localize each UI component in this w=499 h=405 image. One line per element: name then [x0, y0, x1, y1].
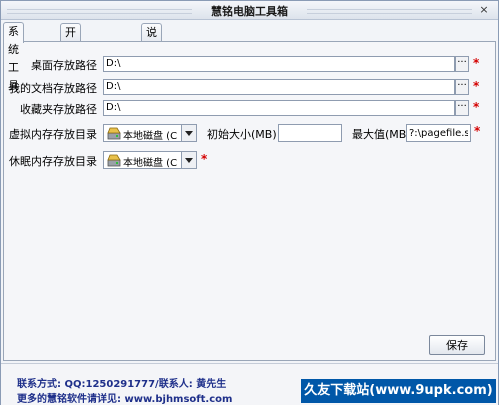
chevron-down-icon	[185, 158, 193, 163]
max-size-label: 最大值(MB)	[352, 128, 411, 141]
virtual-memory-dropdown-button[interactable]	[181, 125, 196, 141]
virtual-memory-drive-select[interactable]: 本地磁盘 (C	[103, 124, 197, 142]
tab-system-tools[interactable]: 系统工具	[3, 22, 24, 92]
initial-size-input[interactable]	[278, 124, 342, 142]
title-bar[interactable]: 慧铭电脑工具箱 ×	[1, 1, 498, 20]
watermark-banner: 久友下载站(www.9upk.com)	[301, 379, 496, 403]
documents-path-browse-button[interactable]: ···	[455, 79, 469, 95]
hard-drive-icon	[107, 154, 121, 167]
hibernate-drive-select[interactable]: 本地磁盘 (C	[103, 151, 197, 169]
tab-help[interactable]: 说明	[141, 23, 162, 57]
desktop-path-input[interactable]	[103, 56, 455, 72]
close-button[interactable]: ×	[478, 4, 490, 16]
ellipsis-icon: ···	[457, 57, 467, 68]
desktop-path-label: 桌面存放路径	[31, 59, 97, 72]
favorites-path-input[interactable]	[103, 100, 455, 116]
contact-info: 联系方式: QQ:1250291777/联系人: 黄先生	[17, 379, 227, 390]
ellipsis-icon: ···	[457, 101, 467, 112]
save-button[interactable]: 保存	[429, 335, 485, 355]
virtual-memory-label: 虚拟内存存放目录	[9, 128, 97, 141]
required-mark: *	[473, 79, 480, 93]
close-icon: ×	[479, 3, 489, 16]
tab-startup-list[interactable]: 开机运行列表	[60, 23, 81, 129]
virtual-memory-drive-value: 本地磁盘 (C	[123, 131, 178, 142]
hibernate-memory-label: 休眠内存存放目录	[9, 155, 97, 168]
hard-drive-icon	[107, 127, 121, 140]
ellipsis-icon: ···	[457, 80, 467, 91]
more-software-link[interactable]: 更多的慧铭软件请详见: www.bjhmsoft.com	[17, 390, 232, 405]
hibernate-drive-value: 本地磁盘 (C	[123, 158, 178, 169]
initial-size-label: 初始大小(MB)	[207, 128, 277, 141]
desktop-path-browse-button[interactable]: ···	[455, 56, 469, 72]
documents-path-input[interactable]	[103, 79, 455, 95]
hibernate-dropdown-button[interactable]	[181, 152, 196, 168]
favorites-path-label: 收藏夹存放路径	[20, 103, 97, 116]
max-size-input[interactable]	[406, 124, 471, 142]
favorites-path-browse-button[interactable]: ···	[455, 100, 469, 116]
title-decoration-right	[307, 9, 472, 14]
documents-path-label: 我的文档存放路径	[9, 82, 97, 95]
required-mark: *	[201, 152, 208, 166]
required-mark: *	[474, 124, 481, 138]
required-mark: *	[473, 56, 480, 70]
required-mark: *	[473, 100, 480, 114]
app-window: 慧铭电脑工具箱 × 系统工具 开机运行列表 说明 桌面存放路径 ··· * 我的…	[0, 0, 499, 405]
chevron-down-icon	[185, 131, 193, 136]
